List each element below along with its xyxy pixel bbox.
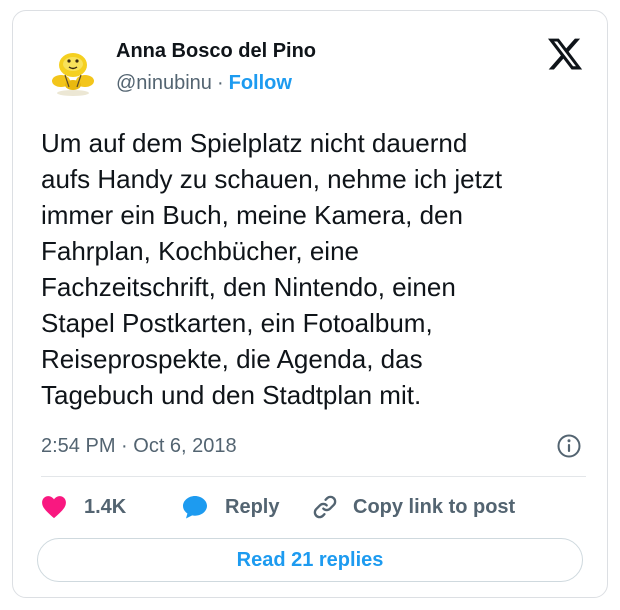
author-block: Anna Bosco del Pino @ninubinu · Follow [116,39,316,95]
read-replies-button[interactable]: Read 21 replies [37,538,583,582]
copy-link-label: Copy link to post [353,495,516,518]
like-button[interactable]: 1.4K [41,489,126,525]
reply-label: Reply [225,495,280,518]
info-icon[interactable] [556,433,582,459]
tweet-header: Anna Bosco del Pino @ninubinu · Follow [13,11,607,121]
follow-link[interactable]: Follow [229,72,292,94]
tweet-line: Um auf dem Spielplatz nicht dauernd [41,128,468,158]
tweet-line: Tagebuch und den Stadtplan mit. [41,380,422,410]
separator-dot: · [216,72,224,94]
reply-button[interactable]: Reply [181,489,279,525]
reply-bubble-icon [183,496,207,519]
avatar[interactable] [41,35,105,99]
tweet-meta: 2:54 PM · Oct 6, 2018 [41,431,586,461]
read-replies-label: Read 21 replies [236,548,384,571]
lemon-avatar-icon [41,35,105,99]
tweet-line: Stapel Postkarten, ein Fotoalbum, [41,308,433,338]
divider [41,476,586,477]
handle-row: @ninubinu · Follow [116,71,316,95]
link-icon [313,495,337,519]
timestamp[interactable]: 2:54 PM · Oct 6, 2018 [41,435,237,457]
tweet-line: immer ein Buch, meine Kamera, den [41,200,463,230]
x-logo-icon[interactable] [546,35,584,73]
action-bar: 1.4K Reply Copy link to post [41,489,586,525]
copy-link-button[interactable]: Copy link to post [311,489,515,525]
tweet-text: Um auf dem Spielplatz nicht dauernd aufs… [41,125,586,413]
tweet-line: Fachzeitschrift, den Nintendo, einen [41,272,456,302]
tweet-card: Anna Bosco del Pino @ninubinu · Follow Um … [12,10,608,598]
user-handle[interactable]: @ninubinu [116,72,212,94]
tweet-line: Reiseprospekte, die Agenda, das [41,344,423,374]
tweet-line: aufs Handy zu schauen, nehme ich jetzt [41,164,503,194]
like-count: 1.4K [84,495,127,518]
tweet-line: Fahrplan, Kochbücher, eine [41,236,359,266]
display-name[interactable]: Anna Bosco del Pino [116,39,316,63]
heart-icon [42,496,66,519]
